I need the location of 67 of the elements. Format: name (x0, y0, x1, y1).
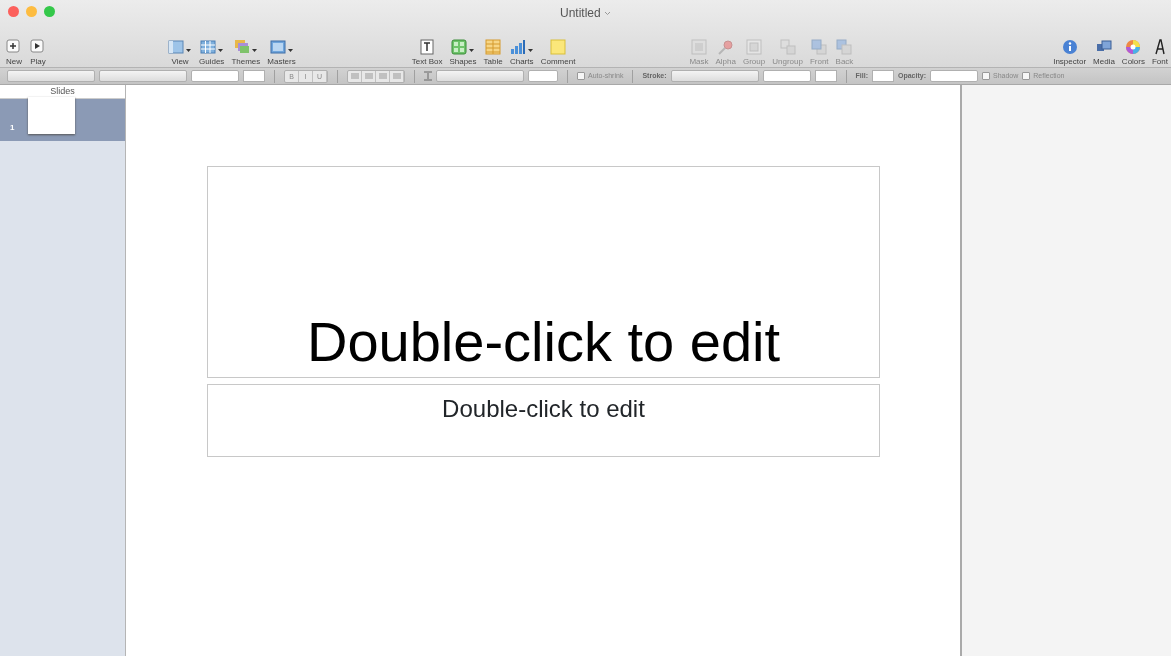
toolbar-button[interactable]: Play (28, 39, 48, 67)
subtitle-placeholder[interactable]: Double-click to edit (207, 384, 880, 457)
text-box-icon (419, 39, 436, 56)
toolbar-button[interactable]: Media (1091, 39, 1117, 67)
note-icon (550, 39, 567, 56)
color-well[interactable] (872, 70, 894, 82)
popup-field[interactable] (7, 70, 95, 82)
toolbar-button[interactable]: Themes (229, 39, 263, 67)
toolbar-button[interactable]: Guides (197, 39, 227, 67)
window-title[interactable]: Untitled (560, 6, 601, 20)
minimize-button[interactable] (26, 6, 37, 17)
toolbar-button[interactable]: Masters (265, 39, 298, 67)
shapes-icon (451, 39, 475, 56)
window-icon (168, 39, 192, 56)
slide-subtitle: Double-click to edit (442, 395, 645, 422)
toolbar-button[interactable]: Font (1150, 39, 1170, 67)
toolbar-button[interactable]: Charts (507, 39, 536, 67)
color-well[interactable] (814, 70, 837, 82)
zoom-button[interactable] (44, 6, 55, 17)
mask-icon (690, 39, 707, 56)
combo-field[interactable] (762, 70, 811, 82)
layers-icon (233, 39, 258, 56)
popup-field[interactable] (436, 70, 524, 82)
color-well[interactable] (243, 70, 265, 82)
popup-field[interactable] (670, 70, 759, 82)
slide-title: Double-click to edit (306, 309, 781, 375)
toolbar-button[interactable]: Table (481, 39, 505, 67)
info-icon (1061, 39, 1078, 56)
combo-field[interactable] (930, 70, 978, 82)
back-icon (836, 39, 853, 56)
toolbar-button[interactable]: Shapes (447, 39, 479, 67)
align-button[interactable] (362, 70, 376, 82)
align-icon (364, 73, 373, 81)
columns-button[interactable] (528, 70, 558, 82)
align-button[interactable] (348, 70, 362, 82)
toolbar-button[interactable]: Comment (538, 39, 578, 67)
magnifier-icon (717, 39, 734, 56)
align-button[interactable] (390, 70, 404, 82)
align-icon (378, 73, 387, 81)
slide-number: 1 (10, 122, 15, 134)
toolbar-button[interactable]: Colors (1119, 39, 1147, 67)
toolbar-button[interactable]: New (4, 39, 24, 67)
letter-icon (1152, 39, 1168, 56)
color-wheel-icon (1125, 39, 1142, 56)
ungroup-icon (779, 39, 796, 56)
close-button[interactable] (8, 6, 19, 17)
toolbar-button[interactable]: View (166, 39, 194, 67)
spacing-icon (424, 71, 432, 81)
front-icon (811, 39, 828, 56)
frame-icon (269, 39, 294, 56)
popup-field[interactable] (99, 70, 187, 82)
table-icon (485, 39, 502, 56)
play-icon (30, 39, 46, 56)
grid-icon (199, 39, 224, 56)
toolbar-button[interactable]: Inspector (1051, 39, 1089, 67)
slide-thumbnail[interactable] (28, 97, 76, 134)
chevron-icon (604, 11, 611, 17)
bar-chart-icon (509, 39, 534, 56)
navigator-title: Slides (50, 86, 75, 96)
title-placeholder[interactable]: Double-click to edit (207, 166, 880, 378)
align-icon (350, 73, 359, 81)
plus-icon (6, 39, 22, 56)
combo-field[interactable] (191, 70, 239, 82)
group-icon (746, 39, 763, 56)
align-icon (392, 73, 401, 81)
align-button[interactable] (376, 70, 390, 82)
toolbar-button[interactable]: Text Box (409, 39, 445, 67)
